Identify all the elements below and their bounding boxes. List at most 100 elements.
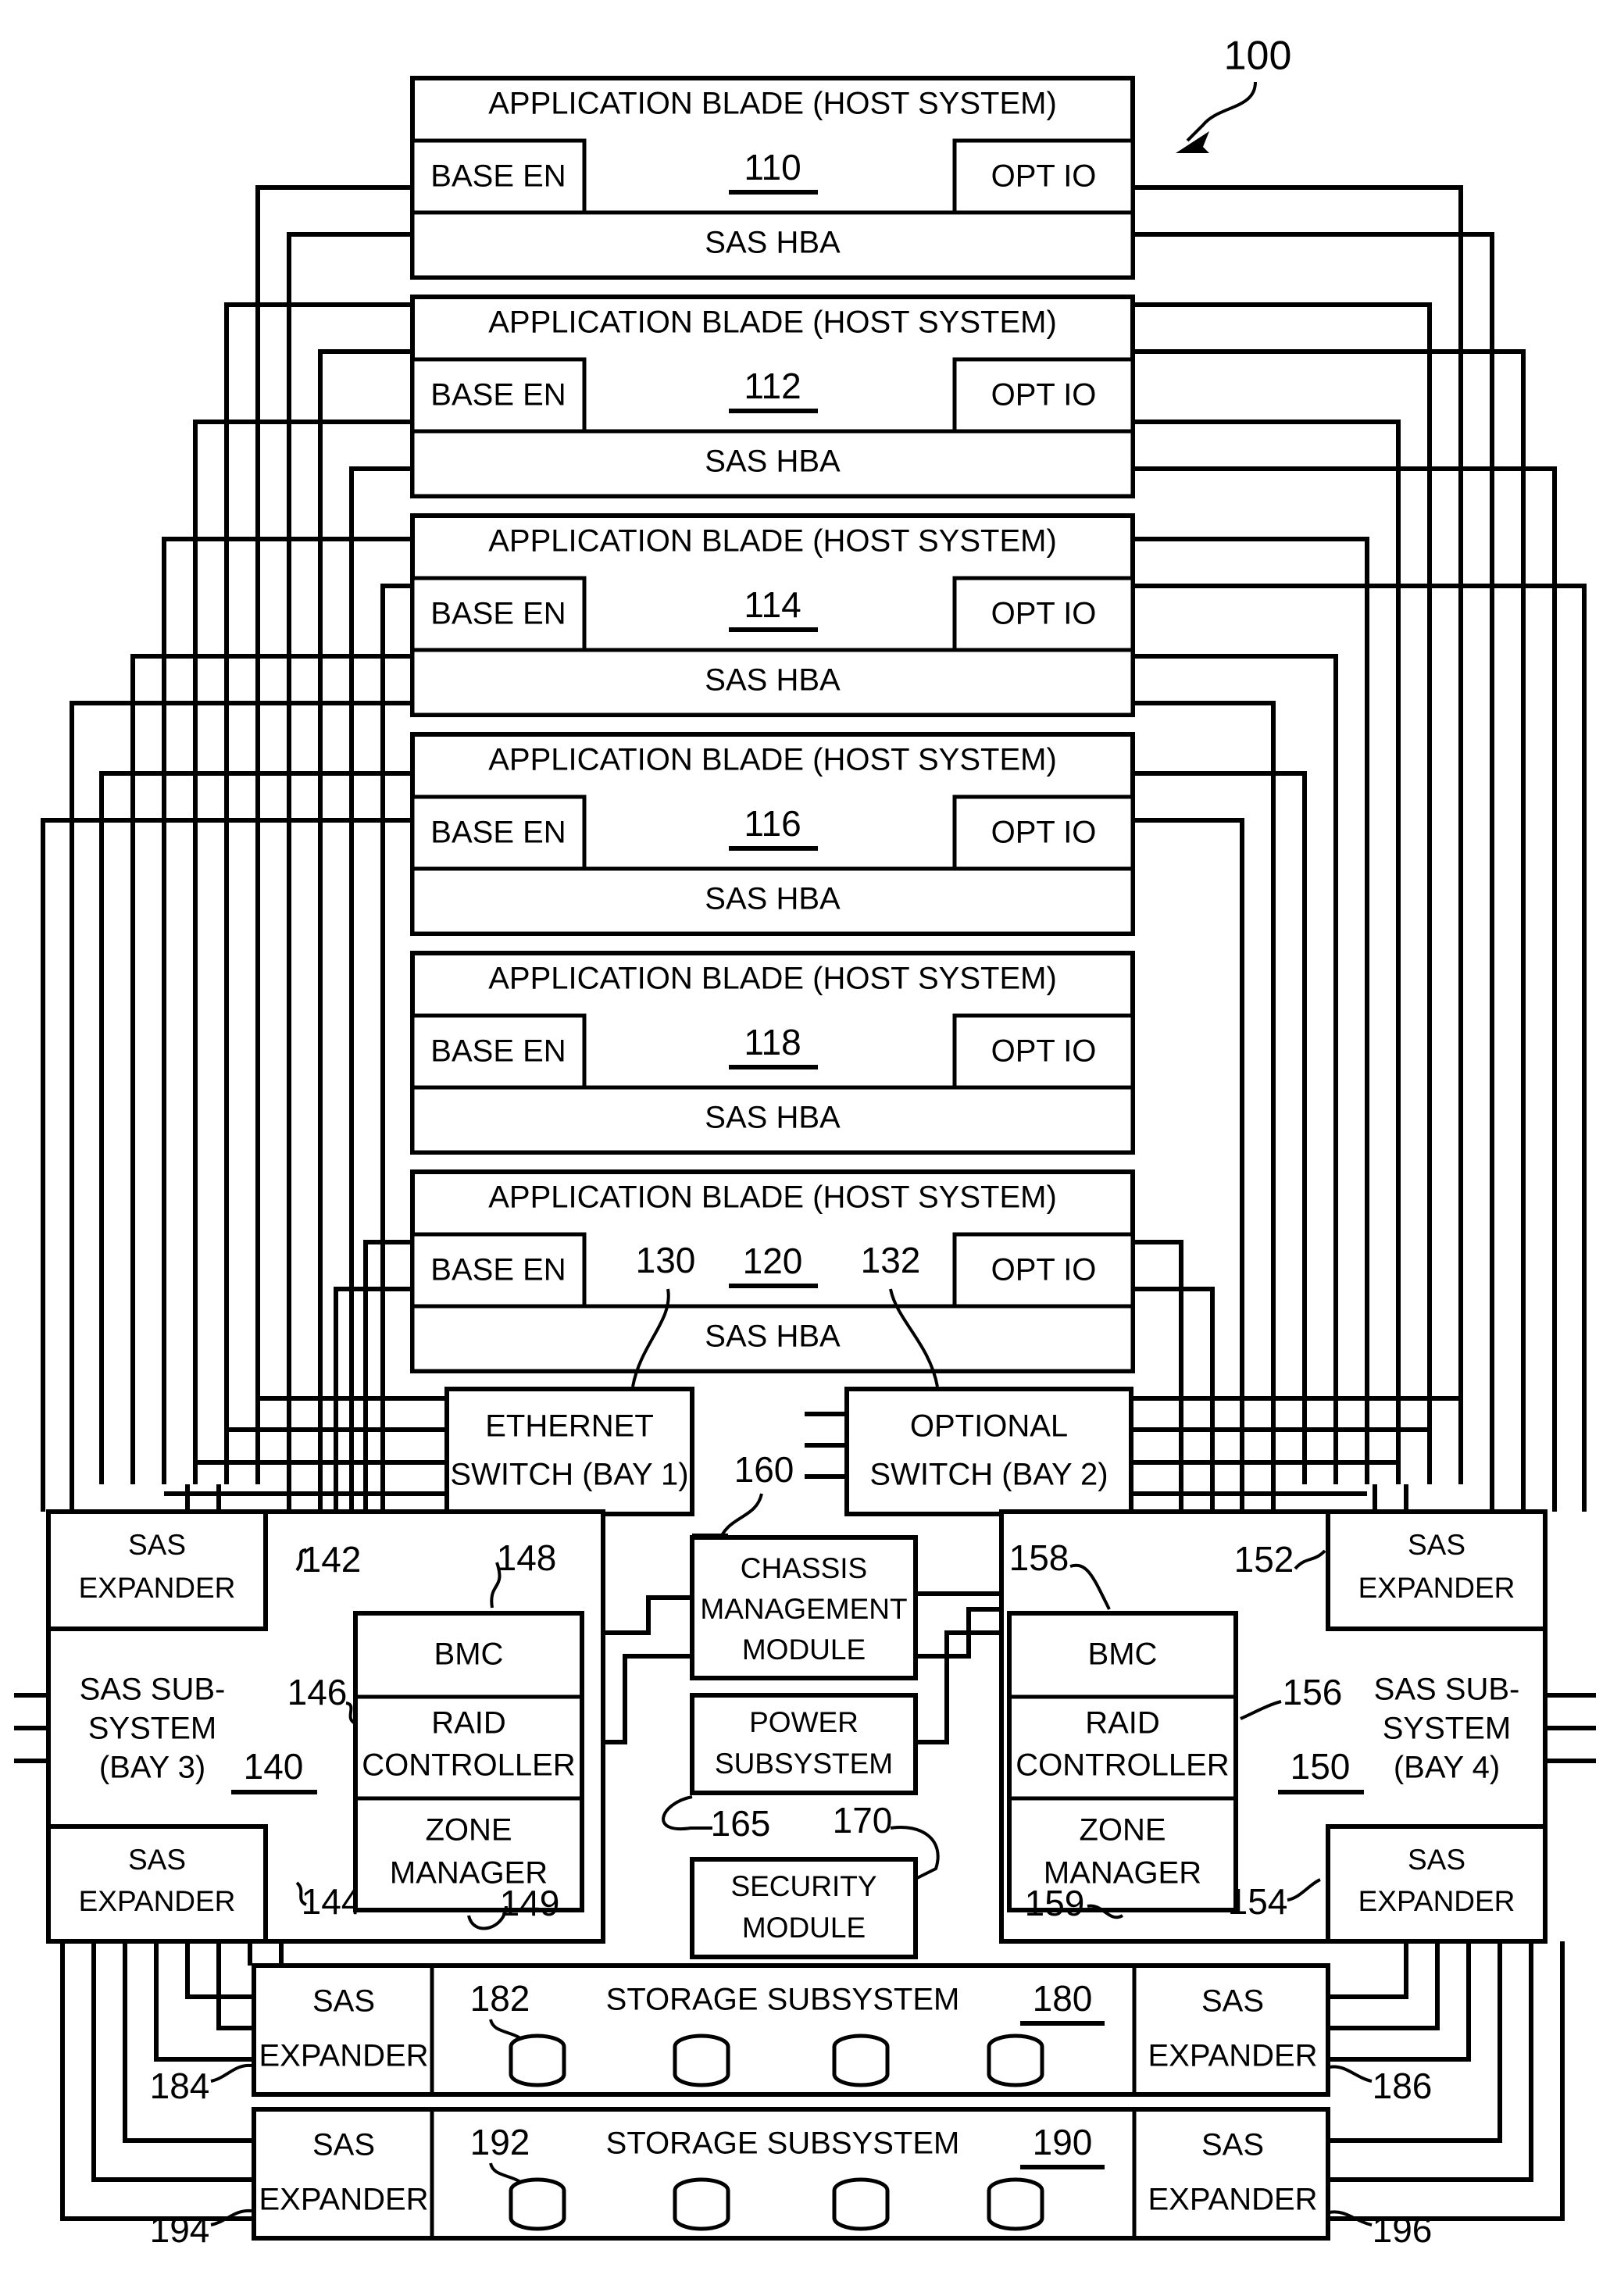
disk-icon	[987, 2177, 1044, 2231]
svg-text:196: 196	[1373, 2209, 1433, 2250]
opt-io-label: OPT IO	[991, 1034, 1097, 1069]
zone-label-bay3-line1: ZONE	[425, 1813, 512, 1848]
sas-subsystem-left-ref: 140	[244, 1746, 304, 1787]
opt-io-label: OPT IO	[991, 378, 1097, 412]
raid-label-bay4-line2: CONTROLLER	[1016, 1748, 1229, 1783]
sas-expander-144-line2: EXPANDER	[79, 1885, 236, 1917]
sas-expander-152[interactable]: SAS EXPANDER	[1326, 1509, 1548, 1631]
sas-hba-label: SAS HBA	[705, 1319, 841, 1354]
disk-icon	[832, 2034, 890, 2087]
base-en-label: BASE EN	[430, 1253, 566, 1287]
bmc-label-bay3: BMC	[434, 1637, 504, 1672]
sas-expander-154-line2: EXPANDER	[1358, 1885, 1515, 1917]
blade-title: APPLICATION BLADE (HOST SYSTEM)	[488, 1180, 1057, 1215]
power-line1: POWER	[749, 1706, 859, 1738]
sas-hba-label: SAS HBA	[705, 226, 841, 260]
storage-190-expander-left-line1: SAS	[312, 2128, 375, 2162]
sas-expander-152-ref: 152	[1234, 1539, 1294, 1580]
sas-subsystem-bay3[interactable]: SAS SUB- SYSTEM (BAY 3) 140 SAS EXPANDER…	[46, 1509, 605, 1944]
storage-180-expander-right-ref: 186	[1329, 2065, 1433, 2106]
sas-hba-label: SAS HBA	[705, 663, 841, 698]
blade-ref: 116	[744, 803, 801, 844]
blade-left-stubs	[389, 185, 412, 823]
sas-subsystem-left-line1: SAS SUB-	[80, 1673, 226, 1707]
application-blade-112[interactable]: APPLICATION BLADE (HOST SYSTEM) BASE EN …	[410, 295, 1135, 498]
storage-180-expander-left-ref: 184	[150, 2063, 252, 2106]
disk-icon	[987, 2034, 1044, 2087]
figure-ref-label: 100	[1224, 34, 1292, 79]
storage-190-expander-left-line2: EXPANDER	[259, 2183, 428, 2217]
sas-hba-label: SAS HBA	[705, 882, 841, 916]
security-line2: MODULE	[742, 1912, 866, 1944]
application-blade-120[interactable]: APPLICATION BLADE (HOST SYSTEM) BASE EN …	[410, 1169, 1135, 1373]
storage-subsystem-180[interactable]: SAS EXPANDER STORAGE SUBSYSTEM 182 180 S…	[252, 1963, 1330, 2097]
cmm-line3: MODULE	[742, 1634, 866, 1666]
sas-expander-154[interactable]: SAS EXPANDER	[1326, 1824, 1548, 1944]
storage-180-title: STORAGE SUBSYSTEM	[606, 1983, 960, 2017]
figure-ref-arrow-icon	[1186, 81, 1257, 142]
svg-text:194: 194	[150, 2209, 210, 2250]
disk-icon	[673, 2177, 730, 2231]
sas-expander-152-line1: SAS	[1408, 1529, 1465, 1561]
ethernet-switch-bay1[interactable]: ETHERNET SWITCH (BAY 1)	[444, 1387, 694, 1516]
callout-130-label: 130	[636, 1240, 696, 1280]
controller-stack-bay3[interactable]: BMC RAID CONTROLLER ZONE MANAGER	[353, 1611, 584, 1912]
svg-text:186: 186	[1373, 2066, 1433, 2106]
blade-ref: 110	[744, 147, 801, 187]
sas-subsystem-bay4[interactable]: SAS SUB- SYSTEM (BAY 4) 150 SAS EXPANDER…	[999, 1509, 1548, 1944]
sas-expander-154-line1: SAS	[1408, 1844, 1465, 1876]
blade-ref: 118	[744, 1022, 801, 1062]
storage-190-expander-right-line2: EXPANDER	[1148, 2183, 1317, 2217]
sas-expander-142-ref: 142	[302, 1539, 362, 1580]
sas-hba-label: SAS HBA	[705, 445, 841, 479]
application-blade-114[interactable]: APPLICATION BLADE (HOST SYSTEM) BASE EN …	[410, 513, 1135, 717]
sas-expander-152-line2: EXPANDER	[1358, 1572, 1515, 1604]
switch-row-reference-160: 160	[717, 1449, 794, 1544]
controller-stack-bay4[interactable]: BMC RAID CONTROLLER ZONE MANAGER	[1007, 1611, 1238, 1912]
cmm-line1: CHASSIS	[741, 1552, 867, 1584]
power-subsystem[interactable]: POWER SUBSYSTEM	[690, 1693, 918, 1795]
sas-subsystem-left-line3: (BAY 3)	[99, 1751, 205, 1785]
base-en-label: BASE EN	[430, 378, 566, 412]
blade-title: APPLICATION BLADE (HOST SYSTEM)	[488, 524, 1057, 559]
sas-subsystem-left-line2: SYSTEM	[88, 1712, 216, 1746]
ethernet-switch-line2: SWITCH (BAY 1)	[450, 1458, 688, 1492]
security-line1: SECURITY	[730, 1870, 876, 1902]
bmc-label-bay4: BMC	[1088, 1637, 1158, 1672]
sas-expander-144-line1: SAS	[128, 1844, 186, 1876]
application-blade-118[interactable]: APPLICATION BLADE (HOST SYSTEM) BASE EN …	[410, 951, 1135, 1155]
sas-expander-142[interactable]: SAS EXPANDER	[46, 1509, 268, 1631]
storage-190-ref: 190	[1033, 2122, 1093, 2162]
sas-expander-142-line2: EXPANDER	[79, 1572, 236, 1604]
storage-190-disk-ref: 192	[470, 2122, 530, 2162]
blade-ref: 114	[744, 584, 801, 625]
sas-expander-144-ref: 144	[302, 1881, 362, 1922]
application-blade-116[interactable]: APPLICATION BLADE (HOST SYSTEM) BASE EN …	[410, 732, 1135, 936]
sas-hba-label: SAS HBA	[705, 1101, 841, 1135]
sas-subsystem-right-ref: 150	[1290, 1746, 1351, 1787]
storage-180-disk-ref: 182	[470, 1978, 530, 2019]
optional-switch-bay2[interactable]: OPTIONAL SWITCH (BAY 2)	[844, 1387, 1133, 1516]
optional-switch-line2: SWITCH (BAY 2)	[869, 1458, 1108, 1492]
chassis-management-module[interactable]: CHASSIS MANAGEMENT MODULE	[690, 1535, 918, 1680]
controller-ref-bay3: 146	[287, 1672, 348, 1712]
zone-label-bay4-line1: ZONE	[1079, 1813, 1166, 1848]
storage-190-expander-right-ref: 196	[1329, 2209, 1433, 2250]
disk-icon	[509, 2177, 566, 2231]
base-en-label: BASE EN	[430, 159, 566, 194]
security-module[interactable]: SECURITY MODULE	[690, 1857, 918, 1959]
sas-expander-144[interactable]: SAS EXPANDER	[46, 1824, 268, 1944]
cmm-line2: MANAGEMENT	[700, 1593, 907, 1625]
storage-subsystem-190[interactable]: SAS EXPANDER STORAGE SUBSYSTEM 192 190 S…	[252, 2107, 1330, 2241]
application-blade-110[interactable]: APPLICATION BLADE (HOST SYSTEM) BASE EN …	[410, 76, 1135, 280]
opt-io-label: OPT IO	[991, 816, 1097, 850]
storage-180-expander-left-line2: EXPANDER	[259, 2039, 428, 2073]
blade-title: APPLICATION BLADE (HOST SYSTEM)	[488, 962, 1057, 996]
blade-title: APPLICATION BLADE (HOST SYSTEM)	[488, 87, 1057, 121]
storage-180-ref: 180	[1033, 1978, 1093, 2019]
storage-180-expander-left-line1: SAS	[312, 1984, 375, 2019]
power-ref-label: 165	[711, 1803, 771, 1844]
blade-ref: 112	[744, 366, 801, 406]
zone-ref-bay3: 149	[500, 1883, 560, 1923]
opt-io-label: OPT IO	[991, 597, 1097, 631]
